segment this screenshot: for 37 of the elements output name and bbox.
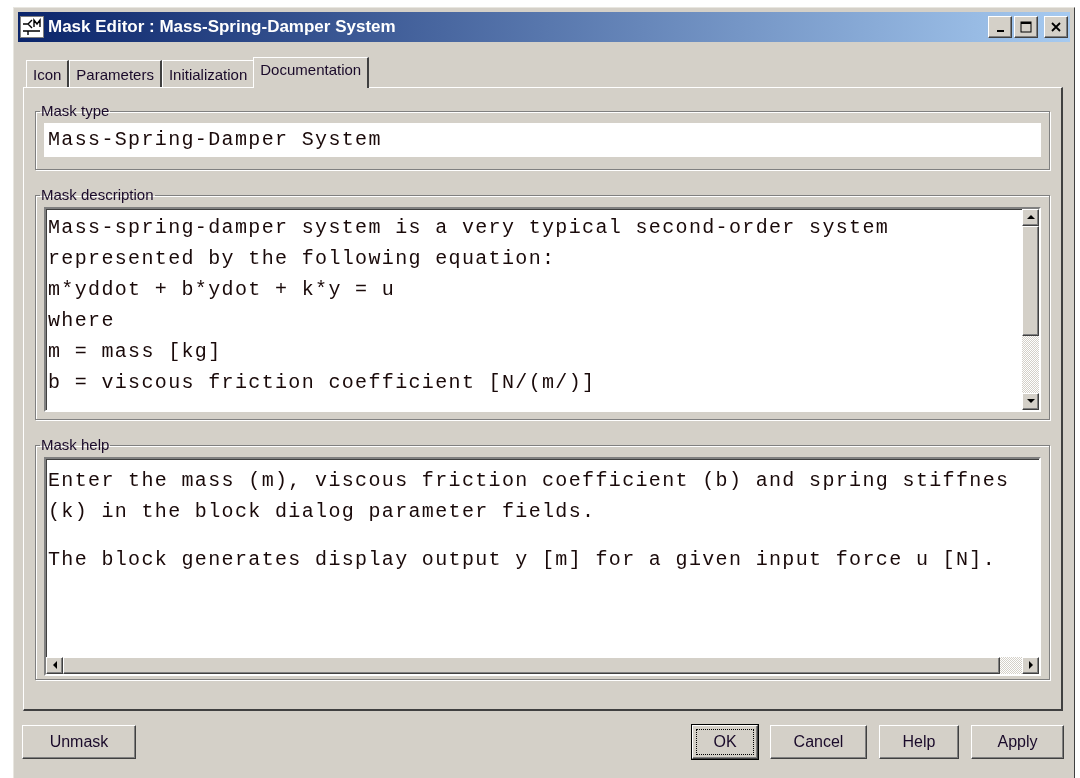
close-button[interactable] bbox=[1044, 16, 1068, 38]
help-field[interactable]: Enter the mass (m), viscous friction coefficient (b) and spring stiffnes (k) in the block dialog parameter fields. The block generates display output y [m] for a given input force u [N]. bbox=[44, 456, 1041, 676]
text-line: represented by the following equation: bbox=[48, 245, 557, 272]
tab[interactable]: Initialization bbox=[161, 60, 256, 87]
text-line: Enter the mass (m), viscous friction coefficient (b) and spring stiffnes bbox=[48, 467, 1011, 494]
dialog-button[interactable]: OK bbox=[692, 725, 758, 759]
text-line: b = viscous friction coefficient [N/(m/)] bbox=[48, 369, 597, 396]
text-line: m = mass [kg] bbox=[48, 338, 223, 365]
group-label: Mask description bbox=[40, 185, 155, 205]
text-line: m*yddot + b*ydot + k*y = u bbox=[48, 276, 397, 303]
text-line: (k) in the block dialog parameter fields. bbox=[48, 498, 597, 525]
dialog-button[interactable]: Apply bbox=[971, 725, 1064, 759]
mask-type-field[interactable]: Mass-Spring-Damper System bbox=[44, 122, 1041, 157]
window-title: Mask Editor : Mass-Spring-Damper System bbox=[48, 16, 397, 39]
group-label: Mask type bbox=[40, 101, 111, 121]
maximize-icon bbox=[1020, 21, 1032, 33]
dialog-button[interactable]: Unmask bbox=[22, 725, 136, 759]
scroll-arrow-button[interactable] bbox=[1022, 656, 1039, 674]
maximize-button[interactable] bbox=[1014, 16, 1038, 38]
tab[interactable]: Parameters bbox=[69, 60, 162, 87]
text-line: The block generates display output y [m] for a given input force u [N]. bbox=[48, 546, 997, 573]
dialog-button[interactable]: Cancel bbox=[770, 725, 867, 759]
scroll-thumb[interactable] bbox=[1022, 225, 1039, 336]
dialog-button[interactable]: Help bbox=[879, 725, 959, 759]
app-icon bbox=[20, 16, 44, 38]
text-line: where bbox=[48, 307, 116, 334]
description-field[interactable]: Mass-spring-damper system is a very typical second-order system represented by the following equation: m*yddot + b*ydot + k*y = u where m = mass [kg] b = viscous friction coefficient [N/(m/)] bbox=[44, 206, 1041, 412]
vertical-scrollbar[interactable] bbox=[1022, 208, 1039, 410]
minimize-button[interactable] bbox=[988, 16, 1012, 38]
tab[interactable]: Icon bbox=[26, 60, 70, 87]
tab[interactable]: Documentation bbox=[253, 57, 370, 88]
scroll-arrow-button[interactable] bbox=[1022, 208, 1039, 226]
minimize-icon bbox=[996, 30, 1004, 32]
scroll-arrow-button[interactable] bbox=[46, 656, 63, 674]
text-line: Mass-spring-damper system is a very typical second-order system bbox=[48, 214, 891, 241]
group-label: Mask help bbox=[40, 435, 111, 455]
close-icon bbox=[1051, 22, 1061, 32]
